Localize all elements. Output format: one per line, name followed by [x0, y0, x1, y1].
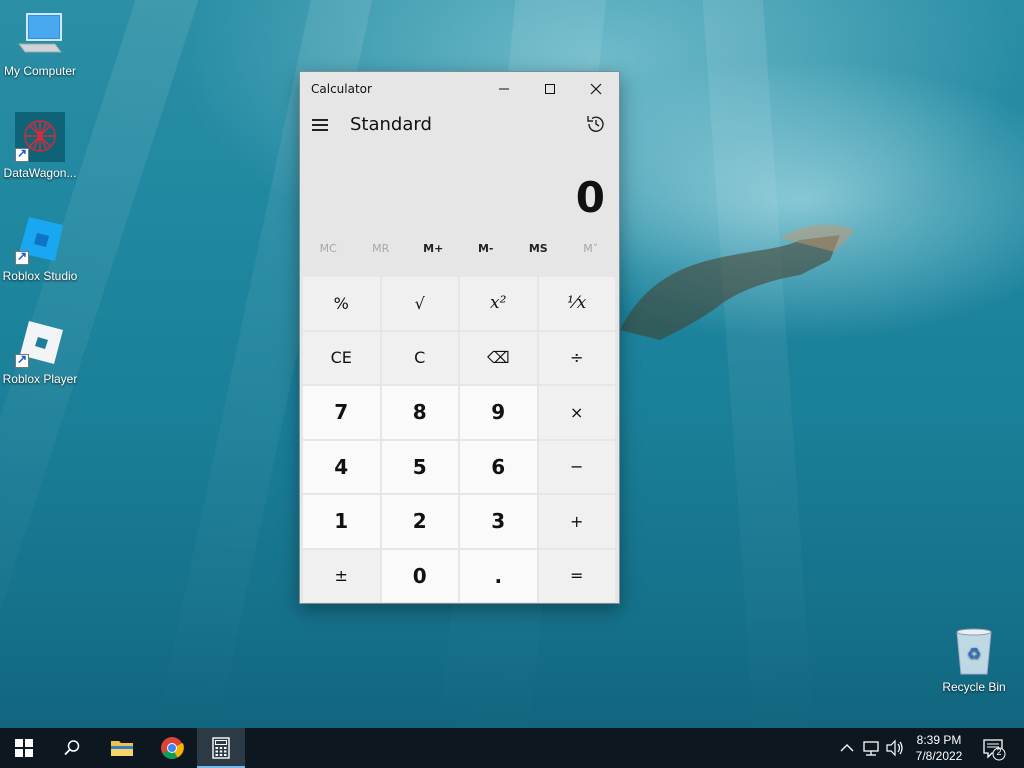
clock-time: 8:39 PM — [916, 733, 962, 747]
keypad: % √ x² ¹⁄x CE C ⌫ ÷ 7 8 9 × 4 5 6 − 1 2 … — [303, 277, 617, 602]
digit-3-button[interactable]: 3 — [460, 495, 537, 548]
window-title: Calculator — [311, 82, 372, 96]
backspace-button[interactable]: ⌫ — [460, 331, 537, 384]
display-value: 0 — [575, 173, 605, 222]
start-icon — [15, 739, 33, 757]
percent-button[interactable]: % — [303, 277, 380, 330]
network-icon — [863, 741, 879, 756]
desktop-icon-datawagon[interactable]: DataWagon... — [0, 112, 80, 180]
roblox-studio-icon — [15, 215, 65, 265]
subtract-button[interactable]: − — [538, 440, 615, 493]
digit-6-button[interactable]: 6 — [460, 440, 537, 493]
my-computer-icon — [15, 10, 65, 60]
memory-row: MC MR M+ M- MS M˅ — [300, 233, 619, 265]
digit-4-button[interactable]: 4 — [303, 440, 380, 493]
notifications-button[interactable]: 2 — [980, 728, 1008, 768]
taskbar: 8:39 PM 7/8/2022 2 — [0, 728, 1024, 768]
chrome-icon — [161, 737, 184, 759]
desktop-icon-my-computer[interactable]: My Computer — [0, 10, 80, 78]
desktop-icon-label: Roblox Studio — [2, 269, 78, 283]
divide-button[interactable]: ÷ — [538, 331, 615, 384]
mode-title: Standard — [350, 114, 432, 135]
digit-0-button[interactable]: 0 — [381, 549, 458, 602]
swimmer-silhouette — [620, 224, 855, 340]
desktop-icon-roblox-studio[interactable]: Roblox Studio — [0, 215, 80, 283]
history-icon — [587, 116, 604, 132]
desktop-icon-recycle-bin[interactable]: ♻ Recycle Bin — [934, 626, 1014, 694]
title-bar[interactable]: Calculator — [300, 72, 619, 105]
clear-entry-button[interactable]: CE — [303, 331, 380, 384]
digit-9-button[interactable]: 9 — [460, 386, 537, 439]
svg-text:♻: ♻ — [967, 644, 981, 663]
close-button[interactable] — [573, 72, 619, 105]
add-button[interactable]: + — [538, 495, 615, 548]
memory-add-button[interactable]: M+ — [407, 233, 460, 265]
minimize-icon — [499, 88, 509, 89]
maximize-button[interactable] — [527, 72, 573, 105]
notification-count-badge: 2 — [996, 747, 1002, 757]
digit-7-button[interactable]: 7 — [303, 386, 380, 439]
clock-date: 7/8/2022 — [915, 749, 963, 763]
chrome-button[interactable] — [148, 728, 196, 768]
calculator-header: Standard — [300, 105, 619, 145]
memory-clear-button[interactable]: MC — [302, 233, 355, 265]
datawagon-icon — [15, 112, 65, 162]
multiply-button[interactable]: × — [538, 386, 615, 439]
clock[interactable]: 8:39 PM 7/8/2022 — [906, 732, 972, 764]
chevron-up-icon — [840, 744, 854, 752]
start-button[interactable] — [0, 728, 48, 768]
result-display: 0 — [300, 145, 619, 233]
desktop-icon-label: My Computer — [3, 64, 77, 78]
desktop-icon-roblox-player[interactable]: Roblox Player — [0, 318, 80, 386]
digit-1-button[interactable]: 1 — [303, 495, 380, 548]
notification-center-icon — [983, 739, 1006, 761]
shortcut-arrow-icon — [15, 146, 29, 162]
square-root-button[interactable]: √ — [381, 277, 458, 330]
search-icon — [64, 740, 80, 756]
memory-store-button[interactable]: MS — [512, 233, 565, 265]
file-explorer-button[interactable] — [98, 728, 146, 768]
equals-button[interactable]: = — [538, 549, 615, 602]
close-icon — [590, 83, 602, 94]
reciprocal-button[interactable]: ¹⁄x — [538, 277, 615, 330]
volume-icon — [886, 739, 903, 757]
calculator-taskbar-button[interactable] — [197, 728, 245, 768]
light-ray — [700, 0, 816, 761]
roblox-player-icon — [15, 318, 65, 368]
shortcut-arrow-icon — [15, 249, 29, 265]
network-button[interactable] — [862, 728, 882, 768]
negate-button[interactable]: ± — [303, 549, 380, 602]
show-hidden-icons-button[interactable] — [838, 728, 856, 768]
digit-2-button[interactable]: 2 — [381, 495, 458, 548]
desktop-icon-label: Recycle Bin — [942, 680, 1006, 694]
memory-recall-button[interactable]: MR — [355, 233, 408, 265]
search-button[interactable] — [48, 728, 96, 768]
recycle-bin-icon: ♻ — [949, 626, 999, 676]
decimal-button[interactable]: . — [460, 549, 537, 602]
volume-button[interactable] — [884, 728, 906, 768]
history-button[interactable] — [583, 111, 609, 137]
menu-icon[interactable] — [312, 119, 328, 131]
desktop-icon-label: Roblox Player — [2, 372, 78, 386]
calculator-icon — [212, 737, 230, 759]
clear-button[interactable]: C — [381, 331, 458, 384]
file-explorer-icon — [111, 741, 133, 756]
calculator-window[interactable]: Calculator Standard 0 MC MR M+ M- MS M˅ — [299, 71, 620, 604]
memory-subtract-button[interactable]: M- — [460, 233, 513, 265]
desktop-icon-label: DataWagon... — [3, 166, 77, 180]
digit-8-button[interactable]: 8 — [381, 386, 458, 439]
minimize-button[interactable] — [481, 72, 527, 105]
square-button[interactable]: x² — [460, 277, 537, 330]
maximize-icon — [545, 83, 555, 94]
memory-list-button[interactable]: M˅ — [565, 233, 618, 265]
shortcut-arrow-icon — [15, 352, 29, 368]
digit-5-button[interactable]: 5 — [381, 440, 458, 493]
